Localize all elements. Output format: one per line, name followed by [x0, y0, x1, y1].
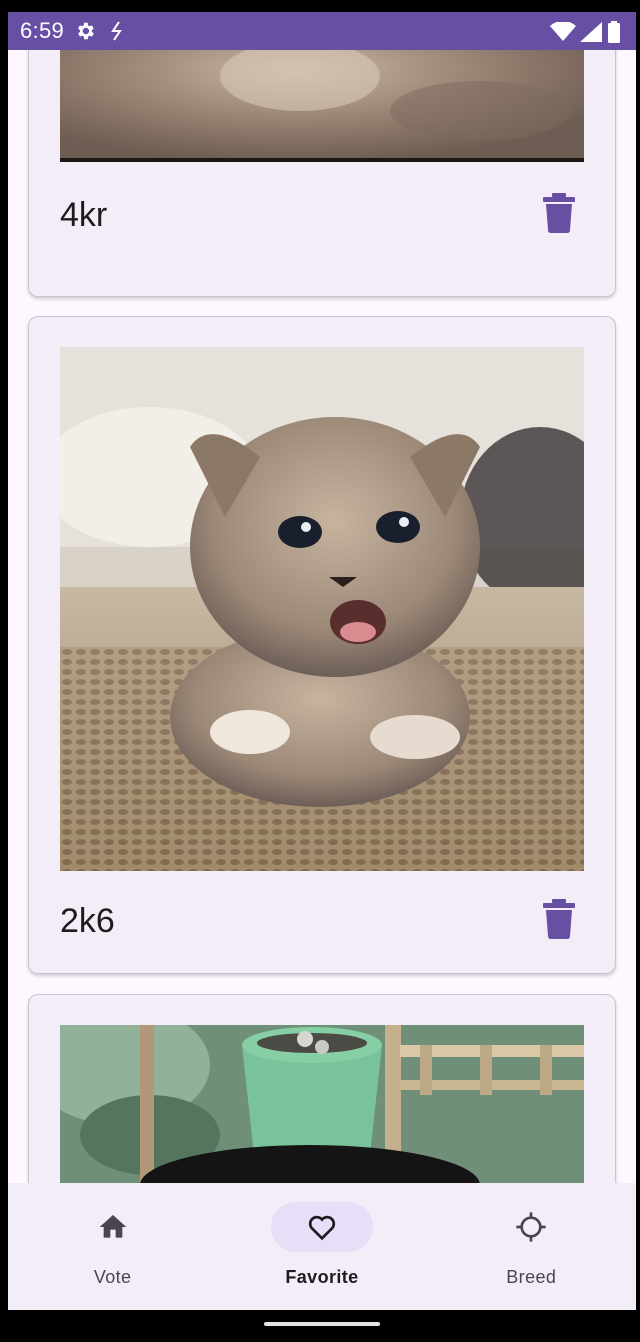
- nav-item-favorite[interactable]: Favorite: [217, 1183, 426, 1310]
- cell-signal-icon: [580, 22, 602, 42]
- gesture-navigation-bar: [8, 1310, 636, 1342]
- nav-label-favorite: Favorite: [285, 1267, 359, 1287]
- cat-with-plant-pot-photo: [60, 1025, 584, 1183]
- app-screen: 6:59 4kr 2k6 Vote Favorite Breed: [8, 12, 636, 1342]
- favorite-id-label: 2k6: [60, 902, 115, 940]
- status-bar: 6:59: [8, 12, 636, 50]
- favorites-list[interactable]: 4kr 2k6: [8, 50, 636, 1183]
- status-time: 6:59: [20, 18, 65, 43]
- nav-item-vote[interactable]: Vote: [8, 1183, 217, 1310]
- favorite-id-label: 4kr: [60, 196, 108, 234]
- crosshair-icon: [516, 1212, 546, 1242]
- trash-icon[interactable]: [543, 899, 575, 939]
- home-icon: [99, 1215, 126, 1238]
- nav-item-breed[interactable]: Breed: [427, 1183, 636, 1310]
- gear-icon: [78, 22, 94, 40]
- kitten-meowing-photo: [60, 347, 584, 871]
- favorite-card: 4kr: [28, 50, 616, 297]
- bottom-navigation: Vote Favorite Breed: [8, 1183, 636, 1310]
- nav-label-breed: Breed: [506, 1267, 557, 1287]
- favorite-card: [28, 994, 616, 1183]
- nav-label-vote: Vote: [93, 1267, 132, 1287]
- heart-icon: [308, 1215, 336, 1241]
- bolt-icon: [111, 21, 122, 41]
- status-icons: [550, 21, 622, 43]
- favorite-card: 2k6: [28, 316, 616, 974]
- trash-icon[interactable]: [543, 193, 575, 233]
- cat-photo: [60, 50, 584, 162]
- wifi-icon: [550, 22, 576, 41]
- home-gesture-handle[interactable]: [264, 1322, 380, 1326]
- battery-icon: [608, 21, 620, 43]
